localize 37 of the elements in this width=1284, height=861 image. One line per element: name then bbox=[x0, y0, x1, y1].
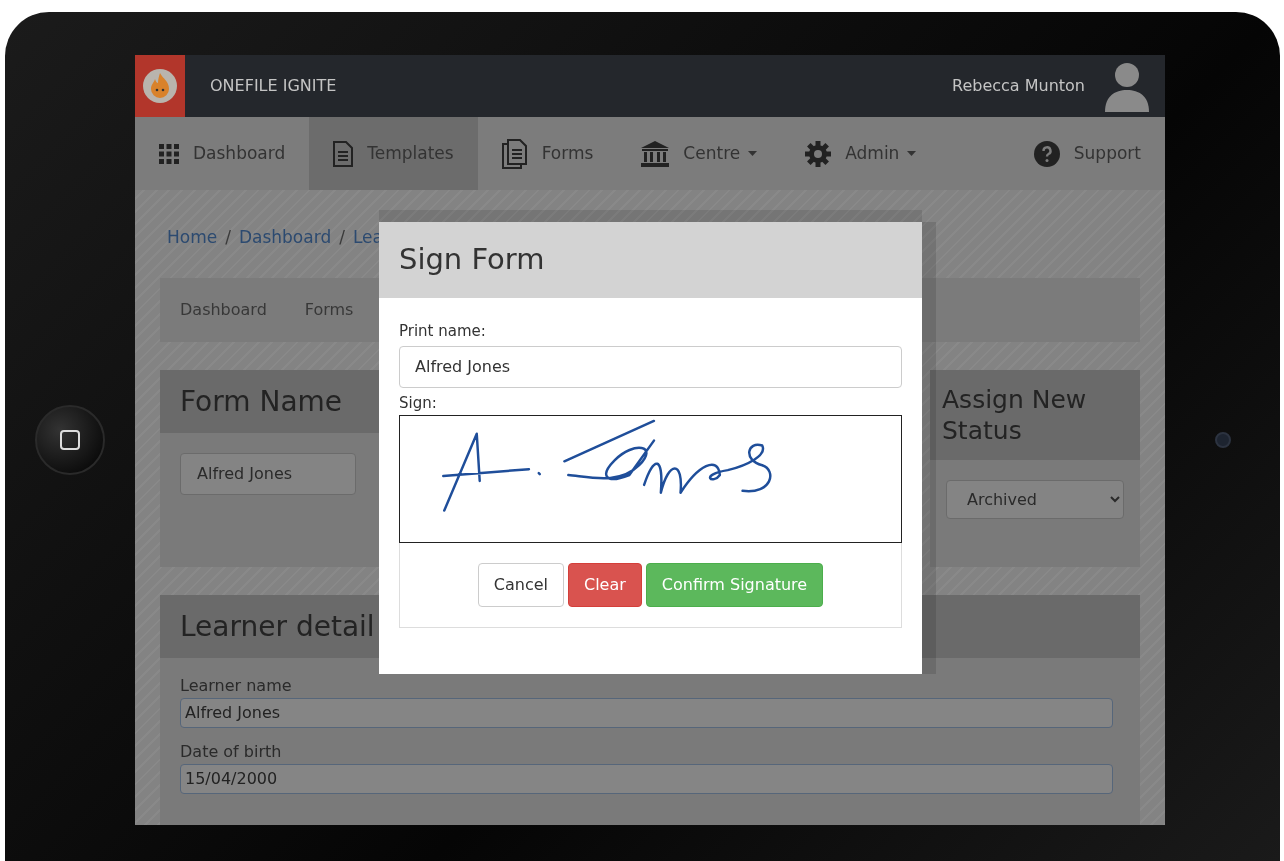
field-label: Date of birth bbox=[180, 740, 283, 763]
signature-pad[interactable] bbox=[399, 414, 902, 543]
field-label: Learner name bbox=[180, 674, 293, 697]
flame-logo-icon bbox=[135, 55, 185, 117]
user-avatar-icon[interactable] bbox=[1103, 60, 1151, 112]
app-name: ONEFILE IGNITE bbox=[210, 75, 337, 97]
breadcrumb-link[interactable]: Dashboard bbox=[238, 225, 332, 251]
breadcrumb-link[interactable]: Home bbox=[167, 225, 218, 251]
text-field[interactable]: 15/04/2000 bbox=[180, 763, 1113, 794]
breadcrumb-separator: / bbox=[225, 226, 231, 249]
confirm-button[interactable]: Confirm Signature bbox=[645, 562, 824, 607]
nav-tab[interactable]: Admin bbox=[781, 117, 941, 190]
building-icon bbox=[641, 140, 670, 167]
subnav-link[interactable]: Dashboard bbox=[180, 297, 267, 322]
breadcrumb-separator: / bbox=[339, 226, 345, 249]
print-name-field[interactable]: Alfred Jones bbox=[399, 346, 902, 388]
field-label: Sign: bbox=[399, 393, 438, 414]
nav-tab[interactable]: Centre bbox=[617, 117, 782, 190]
clear-button[interactable]: Clear bbox=[568, 562, 642, 607]
documents-icon bbox=[501, 138, 528, 169]
nav-tab[interactable]: Forms bbox=[477, 117, 618, 190]
user-name[interactable]: Rebecca Munton bbox=[952, 74, 1085, 98]
form-name-field[interactable]: Alfred Jones bbox=[180, 452, 356, 495]
panel-title: Assign New Status bbox=[930, 369, 1140, 460]
subnav-link[interactable]: Forms bbox=[304, 297, 354, 322]
camera-icon bbox=[1214, 432, 1231, 448]
document-icon bbox=[333, 140, 354, 167]
grid-icon bbox=[159, 143, 179, 164]
nav-tab[interactable]: Support bbox=[1009, 117, 1165, 190]
help-icon bbox=[1033, 140, 1060, 167]
dialog-title: Sign Form bbox=[379, 222, 922, 298]
text-field[interactable]: Alfred Jones bbox=[180, 697, 1113, 728]
nav-tab[interactable]: Dashboard bbox=[135, 117, 310, 190]
nav-tab[interactable]: Templates bbox=[309, 117, 478, 190]
field-label: Print name: bbox=[399, 320, 487, 342]
cancel-button[interactable]: Cancel bbox=[477, 562, 564, 607]
status-select[interactable]: Archived bbox=[946, 480, 1124, 519]
